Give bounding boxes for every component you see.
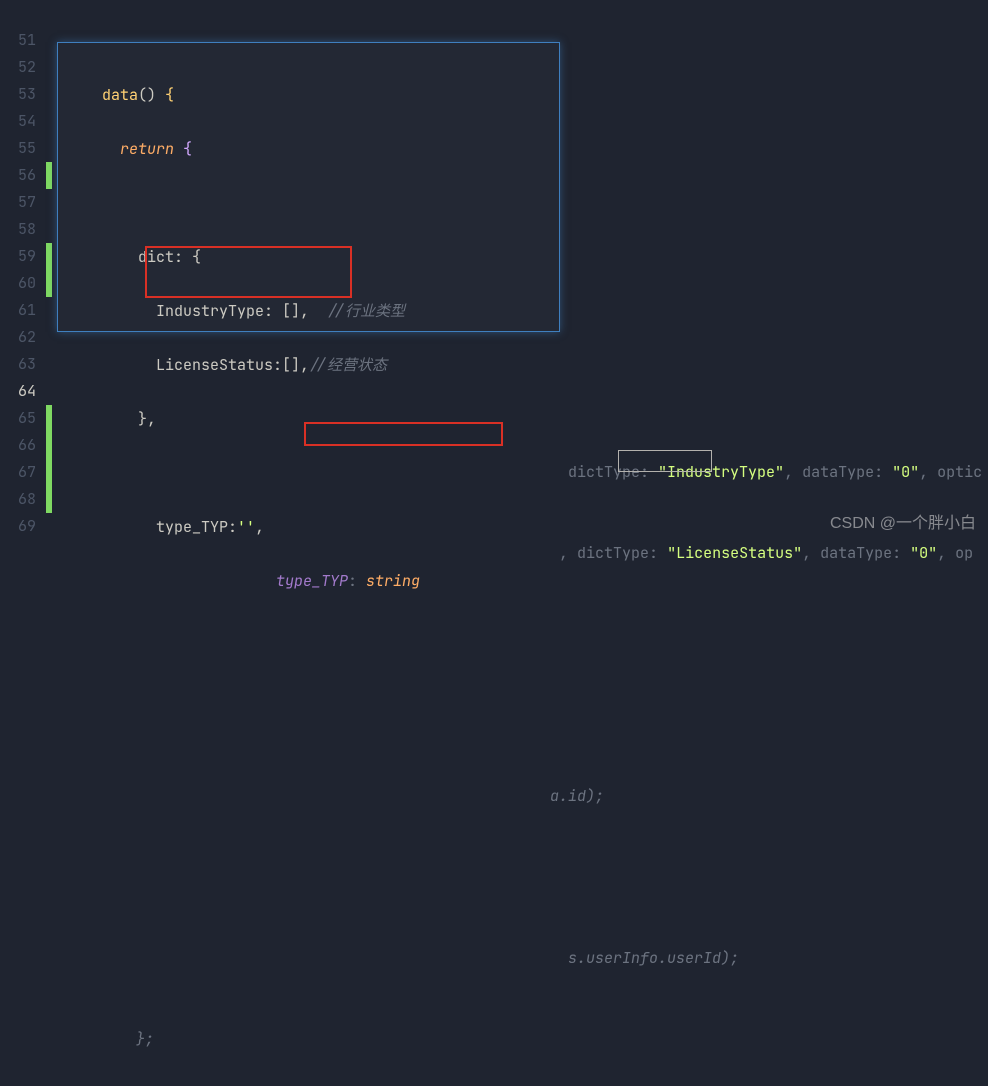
diff-added-marker (46, 162, 52, 189)
tooltip-line: IndustryType: [], //行业类型 (58, 298, 559, 325)
line-number: 67 (0, 459, 36, 486)
code-line[interactable]: s.userInfo.userId); (64, 945, 988, 972)
diff-added-marker (46, 243, 52, 297)
code-line[interactable] (64, 702, 988, 729)
line-number: 54 (0, 108, 36, 135)
code-line[interactable] (64, 621, 988, 648)
tooltip-line: LicenseStatus:[],//经营状态 (58, 352, 559, 379)
line-number: 55 (0, 135, 36, 162)
line-number: 61 (0, 297, 36, 324)
code-line[interactable] (64, 864, 988, 891)
line-number: 59 (0, 243, 36, 270)
tooltip-line: dict: { (58, 244, 559, 271)
tooltip-line: data() { (58, 82, 559, 109)
tooltip-line (58, 460, 559, 487)
diff-added-marker (46, 405, 52, 513)
tooltip-type-hint: type_TYP: string (58, 568, 559, 595)
tooltip-line: type_TYP:'', (58, 514, 559, 541)
tooltip-line (58, 190, 559, 217)
gutter-start (0, 0, 36, 27)
line-number: 66 (0, 432, 36, 459)
watermark: CSDN @一个胖小白 (830, 510, 976, 537)
line-number: 58 (0, 216, 36, 243)
line-number-current: 64 (0, 378, 36, 405)
code-line[interactable]: , dictType: "LicenseStatus", dataType: "… (64, 540, 988, 567)
line-number: 51 (0, 27, 36, 54)
tooltip-line: return { (58, 136, 559, 163)
code-line[interactable]: }; (64, 1026, 988, 1053)
line-number: 53 (0, 81, 36, 108)
line-number: 56 (0, 162, 36, 189)
line-number: 60 (0, 270, 36, 297)
line-number: 52 (0, 54, 36, 81)
line-number: 65 (0, 405, 36, 432)
line-number: 69 (0, 513, 36, 540)
line-number: 57 (0, 189, 36, 216)
line-number: 68 (0, 486, 36, 513)
line-number: 63 (0, 351, 36, 378)
line-gutter: 51 52 53 54 55 56 57 58 59 60 61 62 63 6… (0, 0, 46, 543)
code-line[interactable]: a.id); (64, 783, 988, 810)
tooltip-line: }, (58, 406, 559, 433)
line-number: 62 (0, 324, 36, 351)
intellisense-tooltip[interactable]: data() { return { dict: { IndustryType: … (57, 42, 560, 332)
